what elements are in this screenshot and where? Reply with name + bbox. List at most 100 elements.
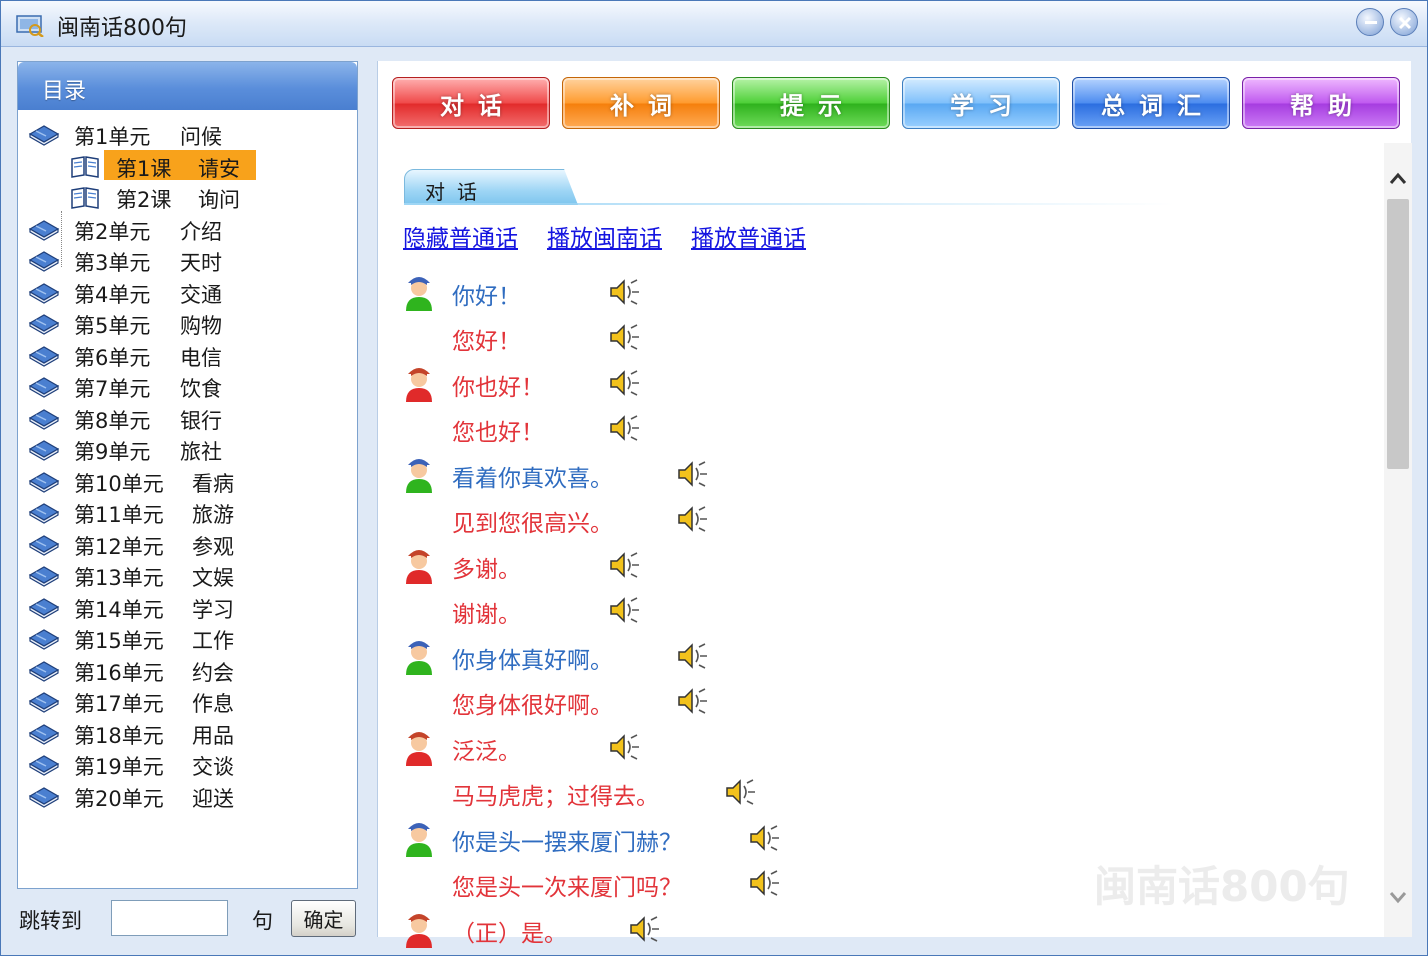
hint-button[interactable]: 提示 bbox=[732, 77, 890, 129]
unit-topic: 工作 bbox=[192, 629, 234, 653]
speaker-icon[interactable] bbox=[748, 868, 780, 898]
speaker-a-avatar-icon bbox=[406, 823, 432, 857]
unit-label: 第7单元 bbox=[74, 377, 151, 401]
tree-unit-item[interactable]: 第16单元 约会 bbox=[28, 654, 348, 685]
speaker-icon[interactable] bbox=[628, 914, 660, 944]
unit-book-icon bbox=[28, 755, 60, 776]
tree-unit-item[interactable]: 第5单元 购物 bbox=[28, 307, 348, 338]
speaker-icon[interactable] bbox=[724, 777, 756, 807]
speaker-b-avatar-icon bbox=[406, 550, 432, 584]
minnan-line: 泛泛。 bbox=[452, 739, 521, 765]
lesson-book-icon bbox=[71, 156, 99, 178]
tree-unit-item[interactable]: 第13单元 文娱 bbox=[28, 559, 348, 590]
tree-unit-item[interactable]: 第19单元 交谈 bbox=[28, 748, 348, 779]
play-minnan-link[interactable]: 播放闽南话 bbox=[547, 219, 662, 253]
jump-input[interactable] bbox=[111, 900, 228, 936]
unit-label: 第5单元 bbox=[74, 314, 151, 338]
tree-unit-item[interactable]: 第18单元 用品 bbox=[28, 717, 348, 748]
speaker-b-avatar-icon bbox=[406, 732, 432, 766]
speaker-icon[interactable] bbox=[608, 368, 640, 398]
unit-book-icon bbox=[28, 251, 60, 272]
unit-topic: 文娱 bbox=[192, 566, 234, 590]
speaker-icon[interactable] bbox=[676, 459, 708, 489]
hide-mandarin-link[interactable]: 隐藏普通话 bbox=[403, 219, 518, 253]
speaker-icon[interactable] bbox=[748, 823, 780, 853]
speaker-icon[interactable] bbox=[608, 322, 640, 352]
speaker-icon[interactable] bbox=[608, 595, 640, 625]
unit-book-icon bbox=[28, 503, 60, 524]
tree-unit-item[interactable]: 第11单元 旅游 bbox=[28, 496, 348, 527]
scroll-thumb[interactable] bbox=[1387, 199, 1409, 469]
directory-title: 目录 bbox=[42, 79, 87, 104]
tree-unit-item[interactable]: 第12单元 参观 bbox=[28, 528, 348, 559]
mandarin-line: 谢谢。 bbox=[452, 602, 521, 628]
unit-topic: 看病 bbox=[192, 472, 234, 496]
unit-topic: 电信 bbox=[180, 346, 222, 370]
jump-label: 跳转到 bbox=[19, 909, 82, 933]
unit-book-icon bbox=[28, 314, 60, 335]
tree-unit-item[interactable]: 第15单元 工作 bbox=[28, 622, 348, 653]
window-title: 闽南话800句 bbox=[57, 16, 187, 41]
confirm-button[interactable]: 确定 bbox=[291, 900, 356, 937]
speaker-icon[interactable] bbox=[676, 641, 708, 671]
unit-book-icon bbox=[28, 220, 60, 241]
directory-header: 目录 bbox=[18, 62, 357, 110]
tree-unit-item[interactable]: 第9单元 旅社 bbox=[28, 433, 348, 464]
scroll-down-icon[interactable] bbox=[1384, 883, 1412, 911]
tree-unit-item[interactable]: 第10单元 看病 bbox=[28, 465, 348, 496]
close-button[interactable] bbox=[1390, 8, 1418, 36]
mandarin-line: 马马虎虎；过得去。 bbox=[452, 784, 659, 810]
minimize-button[interactable] bbox=[1356, 8, 1384, 36]
vocabulary-button[interactable]: 总词汇 bbox=[1072, 77, 1230, 129]
mandarin-line: 您也好！ bbox=[452, 420, 544, 446]
tree-lesson-item[interactable]: 第2课 询问 bbox=[70, 181, 270, 212]
fill-word-button[interactable]: 补词 bbox=[562, 77, 720, 129]
tree-unit-item[interactable]: 第3单元 天时 bbox=[28, 244, 348, 275]
tree-unit-item[interactable]: 第7单元 饮食 bbox=[28, 370, 348, 401]
section-tab: 对话 bbox=[404, 169, 578, 205]
tree-unit-item[interactable]: 第14单元 学习 bbox=[28, 591, 348, 622]
tree-unit-item[interactable]: 第4单元 交通 bbox=[28, 276, 348, 307]
tree-unit-item[interactable]: 第1单元 问候 bbox=[28, 118, 348, 149]
mandarin-line: 您身体很好啊。 bbox=[452, 693, 613, 719]
speaker-icon[interactable] bbox=[676, 504, 708, 534]
speaker-icon[interactable] bbox=[608, 413, 640, 443]
dialogue-button[interactable]: 对话 bbox=[392, 77, 550, 129]
unit-topic: 旅游 bbox=[192, 503, 234, 527]
unit-label: 第9单元 bbox=[74, 440, 151, 464]
minnan-line: （正）是。 bbox=[452, 921, 567, 947]
unit-topic: 参观 bbox=[192, 535, 234, 559]
unit-book-icon bbox=[28, 692, 60, 713]
lesson-topic: 请安 bbox=[198, 157, 240, 181]
speaker-a-avatar-icon bbox=[406, 277, 432, 311]
tree-unit-item[interactable]: 第2单元 介绍 bbox=[28, 213, 348, 244]
study-button[interactable]: 学习 bbox=[902, 77, 1060, 129]
speaker-icon[interactable] bbox=[608, 277, 640, 307]
help-button[interactable]: 帮助 bbox=[1242, 77, 1400, 129]
tree-unit-item[interactable]: 第6单元 电信 bbox=[28, 339, 348, 370]
unit-topic: 问候 bbox=[180, 125, 222, 149]
vertical-scrollbar[interactable] bbox=[1384, 143, 1412, 937]
section-tab-label: 对话 bbox=[425, 180, 489, 204]
unit-topic: 介绍 bbox=[180, 220, 222, 244]
unit-topic: 交通 bbox=[180, 283, 222, 307]
unit-topic: 迎送 bbox=[192, 787, 234, 811]
tree-unit-item[interactable]: 第17单元 作息 bbox=[28, 685, 348, 716]
app-icon bbox=[16, 15, 44, 37]
unit-book-icon bbox=[28, 125, 60, 146]
tree-unit-item[interactable]: 第8单元 银行 bbox=[28, 402, 348, 433]
tree-lesson-item[interactable]: 第1课 请安 bbox=[70, 150, 270, 181]
unit-topic: 天时 bbox=[180, 251, 222, 275]
play-mandarin-link[interactable]: 播放普通话 bbox=[691, 219, 806, 253]
speaker-icon[interactable] bbox=[608, 732, 640, 762]
scroll-up-icon[interactable] bbox=[1384, 165, 1412, 193]
speaker-icon[interactable] bbox=[608, 550, 640, 580]
lesson-topic: 询问 bbox=[198, 188, 240, 212]
minnan-line: 看着你真欢喜。 bbox=[452, 466, 613, 492]
speaker-a-avatar-icon bbox=[406, 459, 432, 493]
unit-label: 第16单元 bbox=[74, 661, 164, 685]
tree-unit-item[interactable]: 第20单元 迎送 bbox=[28, 780, 348, 811]
unit-book-icon bbox=[28, 377, 60, 398]
speaker-icon[interactable] bbox=[676, 686, 708, 716]
section-divider bbox=[404, 203, 1174, 205]
